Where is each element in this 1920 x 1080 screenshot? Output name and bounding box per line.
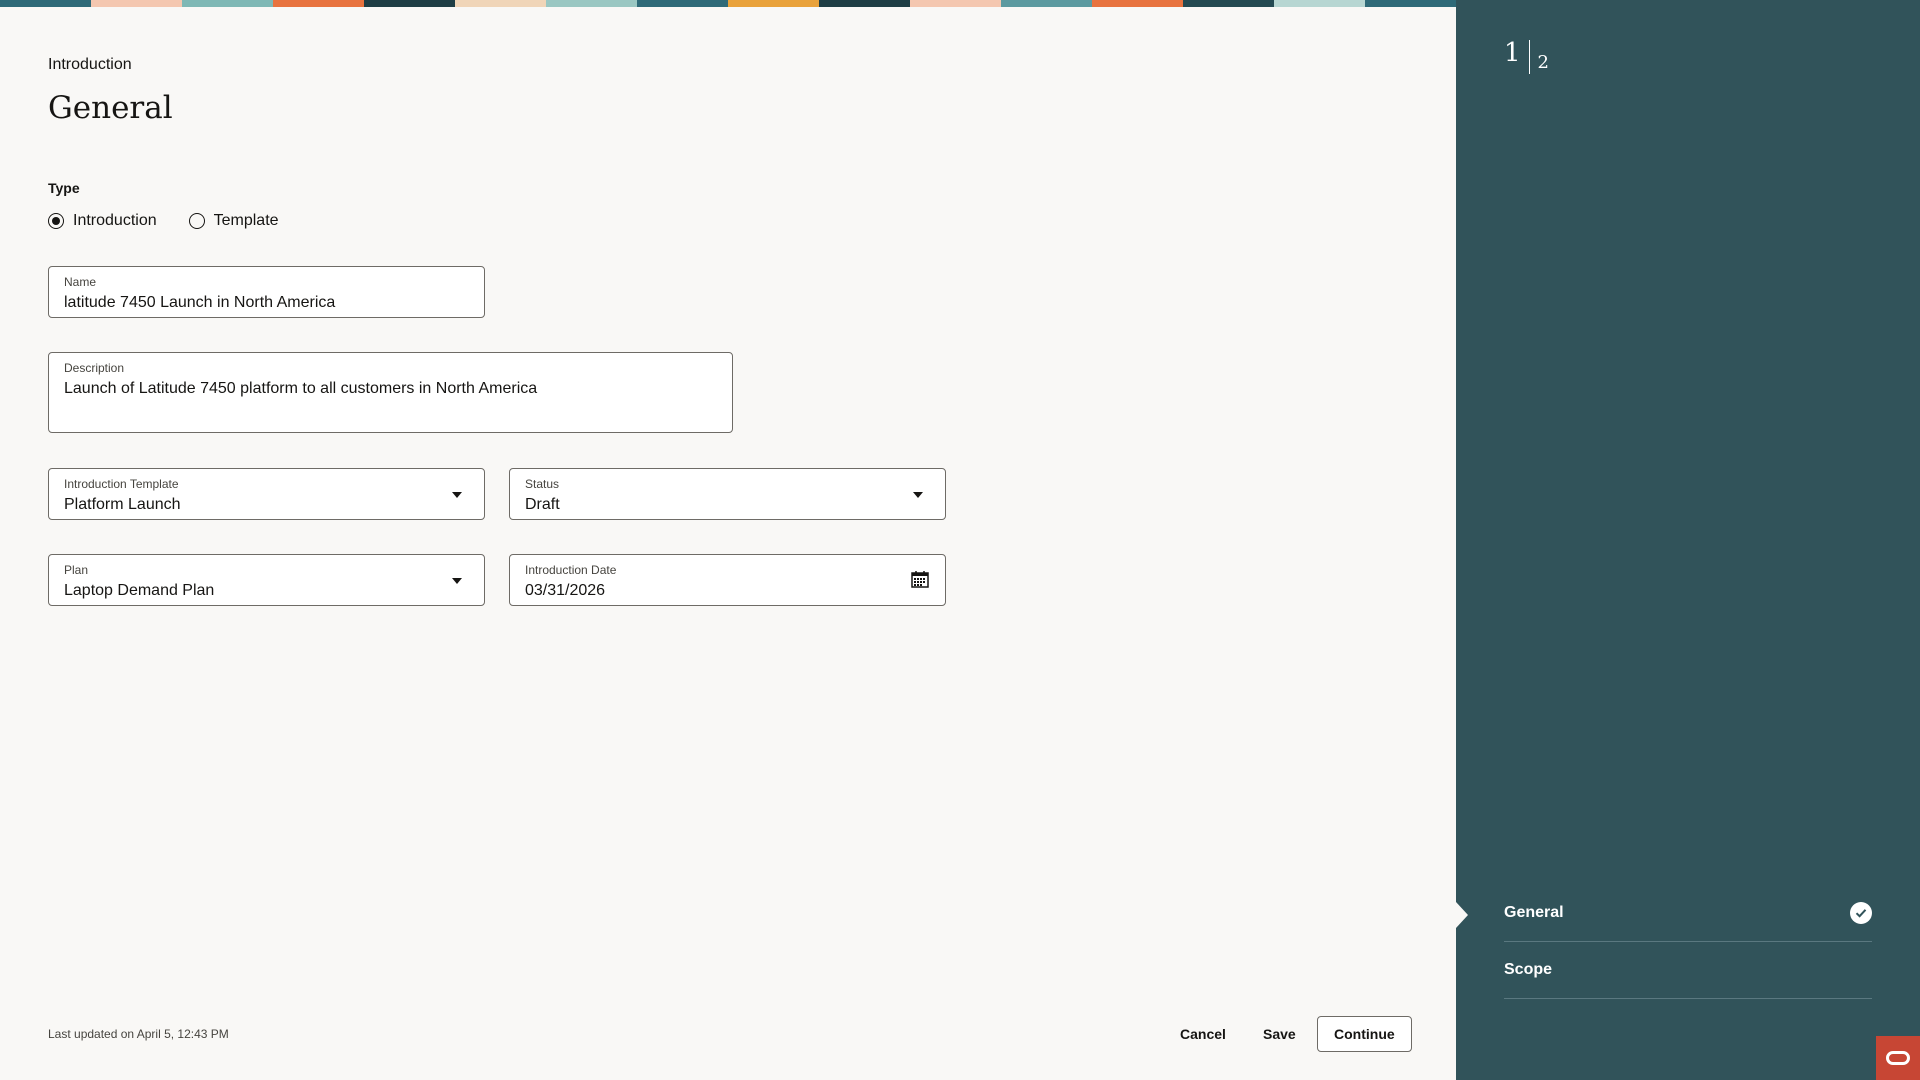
banner-stripe <box>910 0 1001 7</box>
banner-stripe <box>0 0 91 7</box>
radio-introduction-label: Introduction <box>73 212 157 229</box>
name-field[interactable]: Name latitude 7450 Launch in North Ameri… <box>48 266 485 318</box>
step-item-general[interactable]: General <box>1504 885 1872 942</box>
banner-stripe <box>1274 0 1365 7</box>
main-panel: Introduction General Type Introduction T… <box>0 0 1456 1080</box>
plan-value: Laptop Demand Plan <box>64 582 215 599</box>
plan-label: Plan <box>64 563 89 577</box>
chevron-down-icon[interactable] <box>452 492 462 498</box>
banner-stripe <box>1001 0 1092 7</box>
step-item-scope[interactable]: Scope <box>1504 942 1872 999</box>
page-eyebrow: Introduction <box>48 56 132 73</box>
chevron-down-icon[interactable] <box>452 578 462 584</box>
banner-stripe <box>637 0 728 7</box>
name-field-value[interactable]: latitude 7450 Launch in North America <box>64 292 469 314</box>
banner-stripe <box>273 0 364 7</box>
current-step-number: 1 <box>1504 38 1521 68</box>
status-value: Draft <box>525 496 560 513</box>
page-title: General <box>48 90 173 126</box>
description-field-label: Description <box>64 361 125 375</box>
introduction-template-label: Introduction Template <box>64 477 179 491</box>
check-circle-icon <box>1850 902 1872 924</box>
step-general-label: General <box>1504 904 1564 921</box>
banner-stripe <box>364 0 455 7</box>
plan-select[interactable]: Plan Laptop Demand Plan <box>48 554 485 606</box>
calendar-icon[interactable] <box>911 570 929 593</box>
banner-stripe <box>1365 0 1456 7</box>
active-step-pointer-icon <box>1456 902 1468 928</box>
save-button[interactable]: Save <box>1249 1016 1310 1052</box>
description-field[interactable]: Description Launch of Latitude 7450 plat… <box>48 352 733 433</box>
banner-stripe <box>1183 0 1274 7</box>
banner-stripe <box>455 0 546 7</box>
banner-stripe <box>1092 0 1183 7</box>
banner-stripe <box>91 0 182 7</box>
radio-unselected-icon <box>188 213 205 229</box>
banner-stripe <box>546 0 637 7</box>
type-radio-group: Introduction Template <box>48 212 279 230</box>
step-counter: 1 2 <box>1504 38 1549 74</box>
step-sidebar: 1 2 General Scope <box>1456 0 1920 1080</box>
radio-selected-icon <box>48 213 64 229</box>
total-steps-number: 2 <box>1537 52 1549 73</box>
radio-template[interactable]: Template <box>188 212 279 230</box>
type-label: Type <box>48 180 80 196</box>
step-list: General Scope <box>1504 885 1872 999</box>
continue-button[interactable]: Continue <box>1317 1016 1412 1052</box>
radio-introduction[interactable]: Introduction <box>48 212 157 230</box>
chevron-down-icon[interactable] <box>913 492 923 498</box>
cancel-button[interactable]: Cancel <box>1166 1016 1240 1052</box>
banner-stripe <box>728 0 819 7</box>
introduction-date-field[interactable]: Introduction Date 03/31/2026 <box>509 554 946 606</box>
introduction-date-value[interactable]: 03/31/2026 <box>525 580 930 602</box>
status-select[interactable]: Status Draft <box>509 468 946 520</box>
step-scope-label: Scope <box>1504 961 1553 978</box>
description-field-value[interactable]: Launch of Latitude 7450 platform to all … <box>64 378 717 400</box>
introduction-date-label: Introduction Date <box>525 563 617 577</box>
introduction-template-select[interactable]: Introduction Template Platform Launch <box>48 468 485 520</box>
banner-stripe <box>819 0 910 7</box>
banner-stripe <box>182 0 273 7</box>
introduction-template-value: Platform Launch <box>64 496 181 513</box>
name-field-label: Name <box>64 275 97 289</box>
last-updated-text: Last updated on April 5, 12:43 PM <box>48 1027 229 1041</box>
oracle-logo-icon[interactable] <box>1876 1036 1920 1080</box>
decorative-banner <box>0 0 1456 7</box>
step-divider <box>1528 40 1530 74</box>
status-label: Status <box>525 477 560 491</box>
radio-template-label: Template <box>213 212 279 229</box>
